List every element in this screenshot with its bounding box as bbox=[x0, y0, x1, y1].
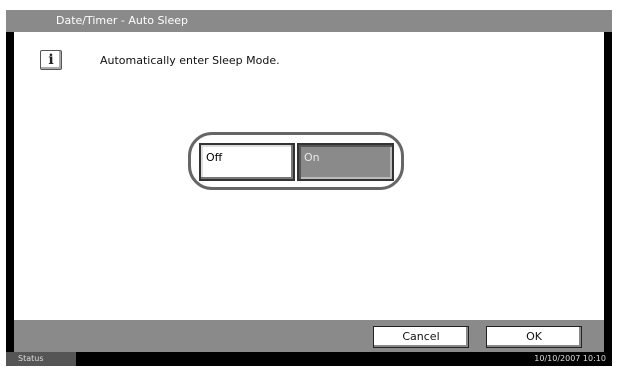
info-icon: i bbox=[40, 50, 62, 70]
on-button[interactable]: On bbox=[297, 143, 394, 181]
ok-button[interactable]: OK bbox=[486, 326, 582, 348]
status-button[interactable]: Status bbox=[6, 352, 76, 366]
datetime-display: 10/10/2007 10:10 bbox=[534, 354, 606, 363]
title-bar: Date/Timer - Auto Sleep bbox=[6, 10, 612, 32]
status-bar: Status 10/10/2007 10:10 bbox=[6, 352, 612, 366]
info-message: Automatically enter Sleep Mode. bbox=[100, 54, 280, 67]
cancel-button[interactable]: Cancel bbox=[373, 326, 469, 348]
off-button[interactable]: Off bbox=[199, 143, 295, 181]
screen-title: Date/Timer - Auto Sleep bbox=[56, 14, 188, 27]
device-screen: Date/Timer - Auto Sleep i Automatically … bbox=[6, 10, 612, 366]
